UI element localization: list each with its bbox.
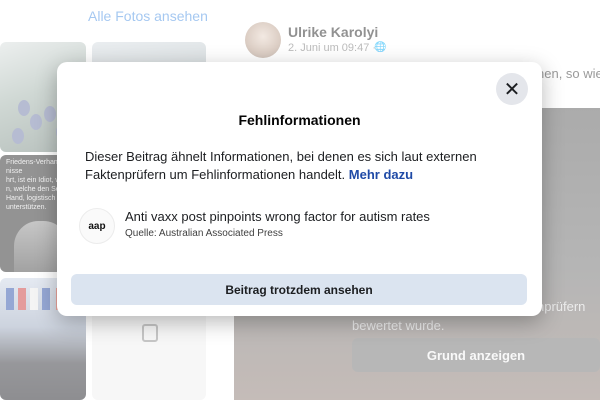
description-text: Dieser Beitrag ähnelt Informationen, bei… [85,149,477,182]
dialog-title: Fehlinformationen [238,112,361,128]
view-post-anyway-button[interactable]: Beitrag trotzdem ansehen [71,274,527,305]
close-button[interactable]: ✕ [496,73,528,105]
fact-check-source: Quelle: Australian Associated Press [125,228,283,239]
close-icon: ✕ [503,77,521,101]
fact-check-title[interactable]: Anti vaxx post pinpoints wrong factor fo… [125,209,430,224]
aap-logo: aap [79,208,115,244]
dialog-description: Dieser Beitrag ähnelt Informationen, bei… [85,148,485,184]
learn-more-link[interactable]: Mehr dazu [349,167,413,182]
misinformation-dialog: ✕ Fehlinformationen Dieser Beitrag ähnel… [57,62,542,316]
